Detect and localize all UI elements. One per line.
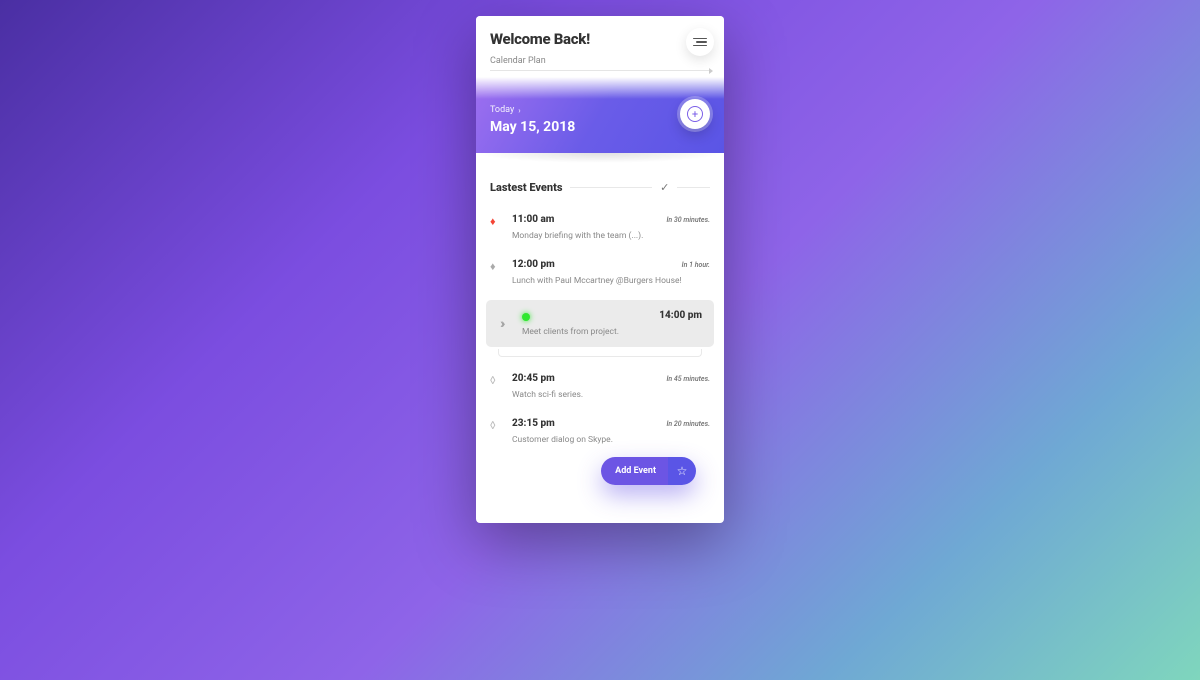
event-time: 11:00 am bbox=[512, 214, 658, 225]
subtitle-divider bbox=[490, 70, 710, 71]
app-card: Welcome Back! Calendar Plan Today › May … bbox=[476, 16, 724, 523]
event-item[interactable]: ◊ 20:45 pm In 45 minutes. Watch sci-fi s… bbox=[490, 367, 710, 412]
event-time: 23:15 pm bbox=[512, 418, 658, 429]
event-relative-time: In 45 minutes. bbox=[666, 375, 710, 383]
drop-icon: ◊ bbox=[490, 418, 504, 445]
flame-icon: ♦ bbox=[490, 214, 504, 241]
event-desc: Monday briefing with the team (...). bbox=[512, 231, 710, 241]
event-desc: Lunch with Paul Mccartney @Burgers House… bbox=[512, 276, 710, 286]
events-header: Lastest Events ✓ bbox=[490, 181, 710, 194]
welcome-title: Welcome Back! bbox=[490, 30, 710, 48]
status-dot-icon bbox=[522, 313, 530, 321]
menu-button[interactable] bbox=[686, 28, 714, 56]
add-event-label: Add Event bbox=[601, 457, 668, 485]
drop-icon: ◊ bbox=[490, 373, 504, 400]
add-button[interactable]: + bbox=[680, 99, 710, 129]
events-footer: Add Event ☆ bbox=[490, 457, 710, 509]
event-desc: Watch sci-fi series. bbox=[512, 390, 710, 400]
menu-icon bbox=[693, 38, 707, 40]
event-relative-time: In 1 hour. bbox=[682, 261, 710, 269]
today-link[interactable]: Today › bbox=[490, 105, 710, 115]
event-item[interactable]: ◊ 23:15 pm In 20 minutes. Customer dialo… bbox=[490, 412, 710, 457]
events-title: Lastest Events bbox=[490, 181, 562, 194]
event-item-highlighted[interactable]: 14:00 pm ›› Meet clients from project. bbox=[486, 300, 714, 347]
event-relative-time: In 30 minutes. bbox=[666, 216, 710, 224]
events-section: Lastest Events ✓ ♦ 11:00 am In 30 minute… bbox=[476, 163, 724, 523]
event-relative-time: In 20 minutes. bbox=[666, 420, 710, 428]
today-label: Today bbox=[490, 105, 514, 115]
event-item[interactable]: ♦ 12:00 pm In 1 hour. Lunch with Paul Mc… bbox=[490, 253, 710, 298]
header-subtitle: Calendar Plan bbox=[490, 56, 710, 66]
event-desc: Meet clients from project. bbox=[522, 327, 651, 337]
chevrons-right-icon: ›› bbox=[500, 316, 514, 332]
header: Welcome Back! Calendar Plan bbox=[476, 16, 724, 77]
event-time: 14:00 pm bbox=[659, 310, 702, 321]
chevron-right-icon: › bbox=[518, 106, 520, 115]
event-item[interactable]: ♦ 11:00 am In 30 minutes. Monday briefin… bbox=[490, 208, 710, 253]
event-time: 20:45 pm bbox=[512, 373, 658, 384]
event-time: 12:00 pm bbox=[512, 259, 674, 270]
current-date: May 15, 2018 bbox=[490, 119, 710, 135]
add-event-button[interactable]: Add Event ☆ bbox=[601, 457, 696, 485]
event-desc: Customer dialog on Skype. bbox=[512, 435, 710, 445]
plus-icon: + bbox=[687, 106, 703, 122]
check-icon: ✓ bbox=[660, 181, 669, 194]
flame-icon: ♦ bbox=[490, 259, 504, 286]
star-icon: ☆ bbox=[668, 457, 696, 485]
